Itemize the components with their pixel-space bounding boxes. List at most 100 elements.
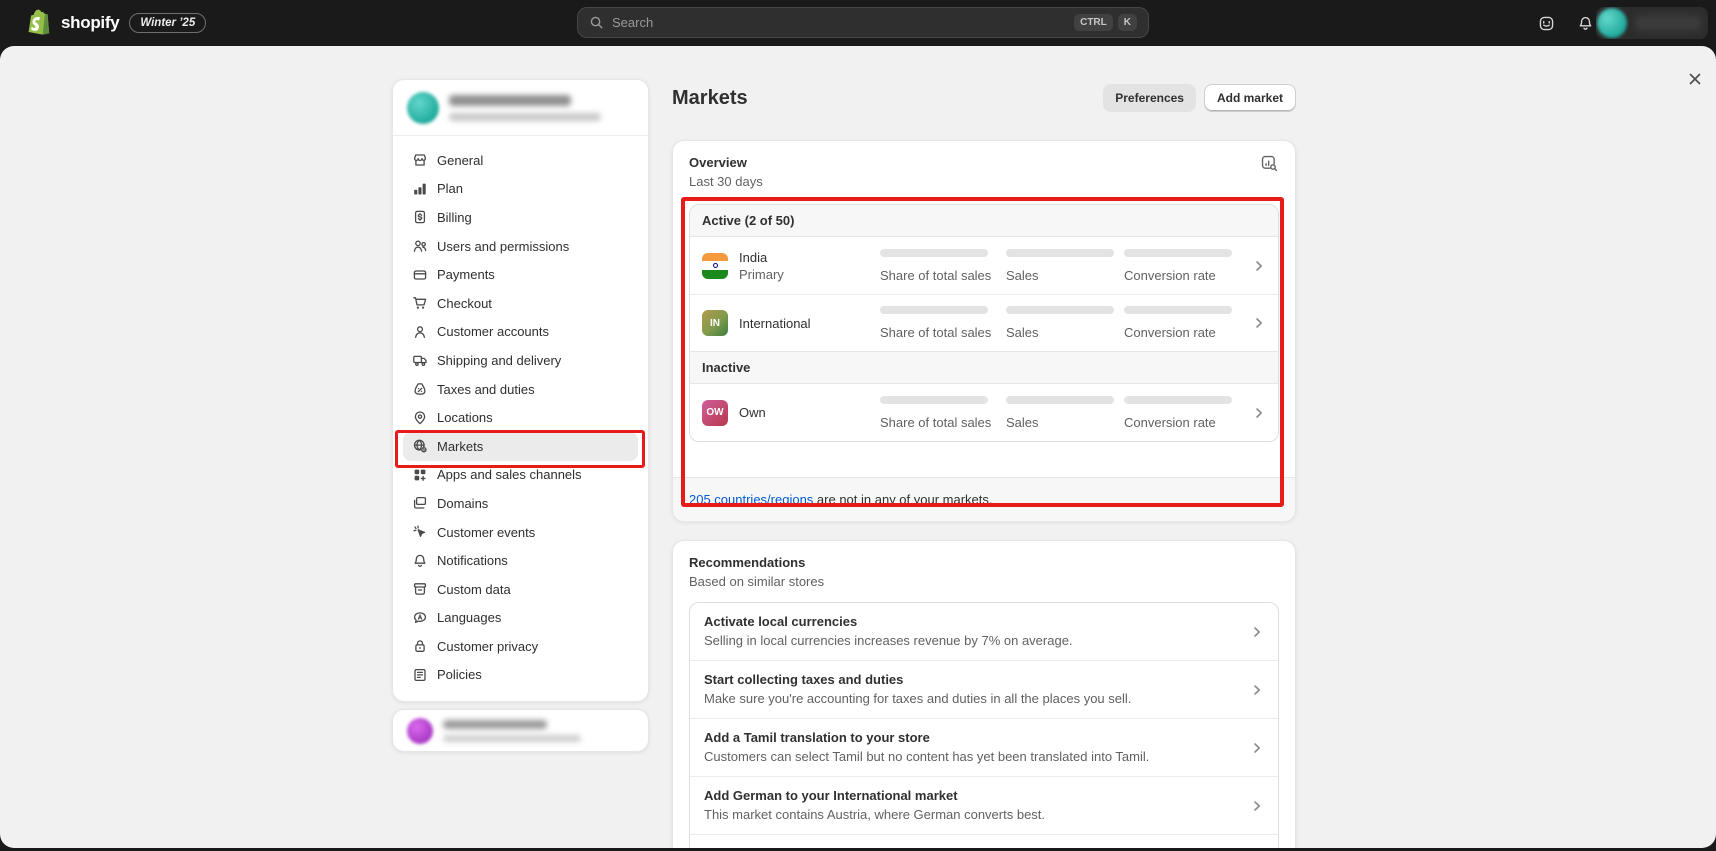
recommendation-row-add-german-to-your-international-market[interactable]: Add German to your International marketT… (690, 776, 1278, 834)
logged-in-user-card[interactable] (392, 709, 649, 752)
recommendation-title: Activate local currencies (704, 613, 1238, 631)
sidebar-item-markets[interactable]: $Markets (403, 432, 638, 461)
settings-sidebar: GeneralPlanBillingUsers and permissions P… (392, 79, 649, 702)
report-magnifier-icon[interactable] (1260, 154, 1279, 174)
shopify-logo-icon[interactable] (26, 9, 51, 36)
recommendation-row-start-collecting-taxes-and-duties[interactable]: Start collecting taxes and dutiesMake su… (690, 660, 1278, 718)
sidebar-item-apps-and-sales-channels[interactable]: Apps and sales channels (403, 461, 638, 490)
sidebar-item-general[interactable]: General (403, 146, 638, 175)
skeleton-value-bar (880, 306, 988, 314)
sidebar-item-domains[interactable]: Domains (403, 489, 638, 518)
market-row-india[interactable]: IndiaPrimaryShare of total salesSalesCon… (690, 237, 1278, 294)
overview-period: Last 30 days (689, 173, 763, 191)
add-market-button[interactable]: Add market (1204, 84, 1296, 112)
recommendation-row-add-a-tamil-translation-to-your-store[interactable]: Add a Tamil translation to your storeCus… (690, 718, 1278, 776)
sidebar-item-checkout[interactable]: Checkout (403, 289, 638, 318)
chevron-right-icon[interactable] (1246, 316, 1266, 330)
sidebar-item-users-and-permissions[interactable]: Users and permissions (403, 232, 638, 261)
sidebar-item-label: Payments (437, 267, 495, 282)
store-icon (412, 152, 428, 168)
account-menu[interactable] (1596, 7, 1708, 39)
sidekick-icon[interactable] (1538, 15, 1555, 32)
close-icon[interactable] (1682, 66, 1708, 92)
sidebar-item-customer-privacy[interactable]: Customer privacy (403, 632, 638, 661)
metric-label: Sales (1006, 325, 1124, 340)
sidebar-item-label: Checkout (437, 296, 492, 311)
billing-icon (412, 209, 428, 225)
recommendation-description: This market contains Austria, where Germ… (704, 806, 1238, 824)
metric-conversion-rate: Conversion rate (1124, 396, 1246, 430)
sidebar-item-billing[interactable]: Billing (403, 203, 638, 232)
sidebar-item-customer-events[interactable]: Customer events (403, 518, 638, 547)
search-shortcut: CTRL K (1074, 14, 1137, 31)
sidebar-item-languages[interactable]: Languages (403, 604, 638, 633)
countries-regions-link[interactable]: 205 countries/regions (689, 492, 813, 507)
sidebar-item-label: Shipping and delivery (437, 353, 561, 368)
skeleton-value-bar (1006, 306, 1114, 314)
sidebar-item-policies[interactable]: Policies (403, 661, 638, 690)
chevron-right-icon[interactable] (1250, 683, 1264, 697)
market-name: Own (739, 405, 766, 420)
market-row-own[interactable]: OWOwnShare of total salesSalesConversion… (690, 384, 1278, 441)
market-row-international[interactable]: INInternationalShare of total salesSales… (690, 294, 1278, 351)
market-subtitle: Primary (739, 267, 784, 282)
languages-icon (412, 610, 428, 626)
metric-label: Sales (1006, 415, 1124, 430)
sidebar-item-plan[interactable]: Plan (403, 175, 638, 204)
person-icon (412, 324, 428, 340)
recommendations-subtitle: Based on similar stores (689, 573, 824, 591)
k-key-badge: K (1118, 14, 1137, 31)
sidebar-item-locations[interactable]: Locations (403, 403, 638, 432)
sidebar-item-label: Locations (437, 410, 493, 425)
user-name-redacted (443, 720, 581, 742)
metric-label: Share of total sales (880, 268, 1006, 283)
recommendation-description: Customers can select Tamil but no conten… (704, 748, 1238, 766)
ctrl-key-badge: CTRL (1074, 14, 1113, 31)
sidebar-item-label: Customer events (437, 525, 535, 540)
search-bar[interactable]: CTRL K (577, 7, 1149, 38)
cursor-spark-icon (412, 524, 428, 540)
chevron-right-icon[interactable] (1246, 406, 1266, 420)
recommendation-description: Selling in local currencies increases re… (704, 632, 1238, 650)
sidebar-item-custom-data[interactable]: Custom data (403, 575, 638, 604)
recommendations-list: Activate local currenciesSelling in loca… (689, 602, 1279, 848)
lock-icon (412, 638, 428, 654)
sidebar-item-payments[interactable]: Payments (403, 260, 638, 289)
recommendations-title: Recommendations (689, 554, 824, 571)
sidebar-item-customer-accounts[interactable]: Customer accounts (403, 318, 638, 347)
brand-wordmark: shopify (61, 13, 119, 33)
recommendation-title: Add German to your International market (704, 787, 1238, 805)
location-pin-icon (412, 410, 428, 426)
sidebar-item-taxes-and-duties[interactable]: Taxes and duties (403, 375, 638, 404)
preferences-button[interactable]: Preferences (1103, 84, 1196, 112)
sidebar-item-label: Notifications (437, 553, 508, 568)
recommendations-card: Recommendations Based on similar stores … (672, 540, 1296, 848)
apps-grid-icon (412, 467, 428, 483)
search-input[interactable] (612, 15, 1066, 30)
chevron-right-icon[interactable] (1250, 799, 1264, 813)
overview-footer: 205 countries/regions are not in any of … (673, 477, 1295, 521)
overview-footer-text: are not in any of your markets. (813, 492, 992, 507)
market-section-header-inactive: Inactive (690, 351, 1278, 384)
domains-icon (412, 495, 428, 511)
sidebar-item-notifications[interactable]: Notifications (403, 546, 638, 575)
sidebar-item-shipping-and-delivery[interactable]: Shipping and delivery (403, 346, 638, 375)
market-badge-international: IN (702, 310, 728, 336)
metric-share-of-total-sales: Share of total sales (880, 306, 1006, 340)
chevron-right-icon[interactable] (1250, 625, 1264, 639)
chevron-right-icon[interactable] (1246, 259, 1266, 273)
payments-card-icon (412, 267, 428, 283)
market-section-header-active-2-of-50: Active (2 of 50) (690, 205, 1278, 237)
sidebar-item-label: Customer privacy (437, 639, 538, 654)
metric-label: Conversion rate (1124, 325, 1246, 340)
bell-icon[interactable] (1577, 15, 1594, 32)
recommendation-row-add-more-markets[interactable]: Add more markets (690, 834, 1278, 848)
skeleton-value-bar (1124, 396, 1232, 404)
sidebar-item-label: Apps and sales channels (437, 467, 582, 482)
recommendation-row-activate-local-currencies[interactable]: Activate local currenciesSelling in loca… (690, 603, 1278, 660)
policies-icon (412, 667, 428, 683)
metric-sales: Sales (1006, 249, 1124, 283)
markets-list: Active (2 of 50)IndiaPrimaryShare of tot… (689, 204, 1279, 442)
metric-label: Conversion rate (1124, 415, 1246, 430)
chevron-right-icon[interactable] (1250, 741, 1264, 755)
